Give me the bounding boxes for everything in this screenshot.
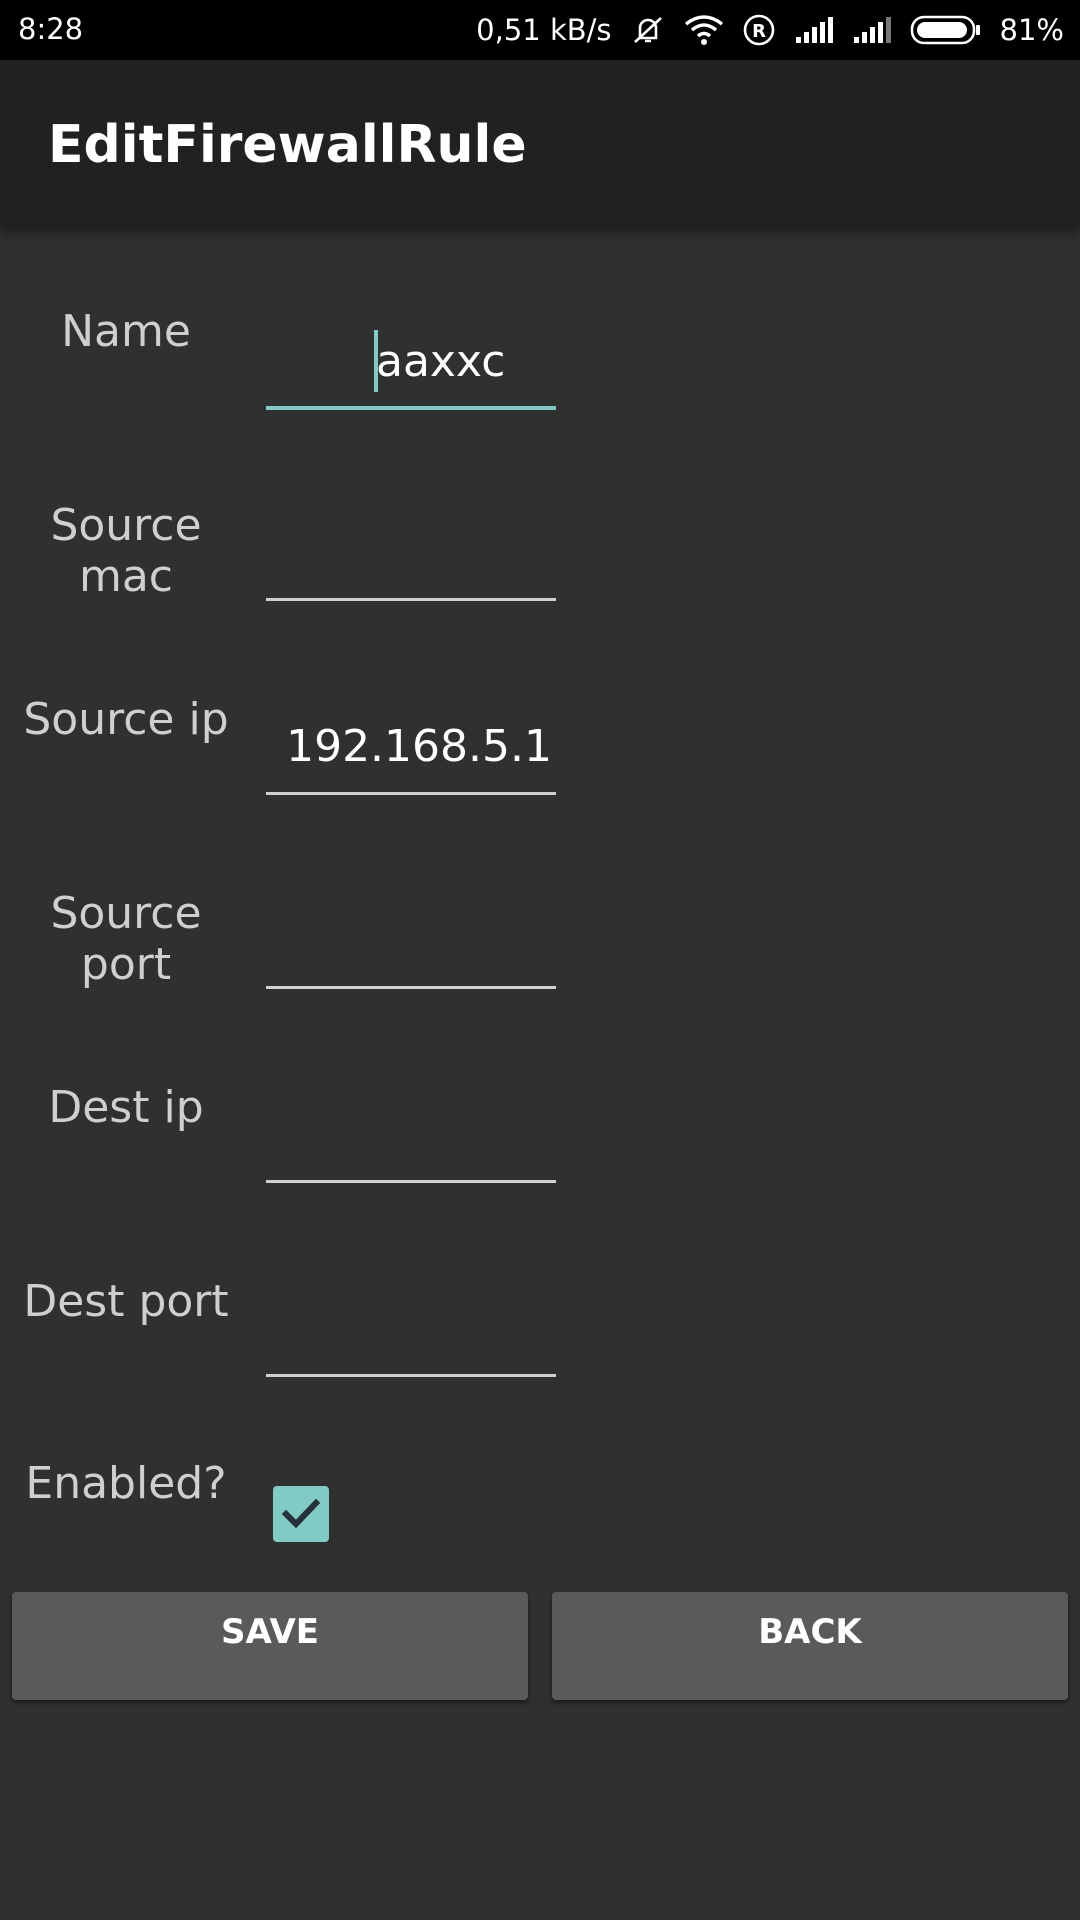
dest-port-field[interactable] (266, 1297, 556, 1377)
page-title: EditFirewallRule (48, 115, 527, 175)
source-port-label: Source port (50, 888, 202, 990)
enabled-checkbox[interactable] (273, 1486, 329, 1542)
source-ip-label: Source ip (23, 694, 229, 745)
dest-ip-underline (266, 1180, 556, 1183)
dest-port-underline (266, 1374, 556, 1377)
status-icons: 0,51 kB/s R 81% (476, 12, 1064, 48)
enabled-label: Enabled? (25, 1458, 227, 1509)
source-mac-underline (266, 598, 556, 601)
name-field[interactable]: aaxxc (266, 330, 556, 410)
dest-port-label: Dest port (23, 1276, 229, 1327)
app-bar: EditFirewallRule (0, 60, 1080, 228)
signal-icon (794, 15, 834, 45)
source-port-field[interactable] (266, 909, 556, 989)
wifi-icon (684, 14, 724, 46)
status-time: 8:28 (18, 12, 84, 46)
source-mac-label: Source mac (50, 500, 202, 602)
checkmark-icon (281, 1498, 321, 1529)
source-ip-underline (266, 792, 556, 795)
source-ip-field[interactable]: 192.168.5.1 (266, 715, 556, 795)
save-button[interactable]: SAVE (12, 1592, 528, 1700)
source-ip-value: 192.168.5.1 (286, 721, 552, 772)
dest-ip-field[interactable] (266, 1103, 556, 1183)
battery-percent: 81% (999, 13, 1064, 47)
network-speed: 0,51 kB/s (476, 13, 612, 47)
source-port-underline (266, 986, 556, 989)
source-mac-field[interactable] (266, 521, 556, 601)
signal-icon (852, 15, 892, 45)
vibrate-off-icon (630, 12, 666, 48)
name-label: Name (61, 306, 191, 357)
dest-ip-label: Dest ip (48, 1082, 204, 1133)
name-underline (266, 406, 556, 410)
back-button[interactable]: BACK (552, 1592, 1068, 1700)
svg-text:R: R (752, 21, 766, 42)
roaming-r-icon: R (742, 13, 776, 47)
status-bar: 8:28 0,51 kB/s R 81% (0, 0, 1080, 60)
name-value: aaxxc (376, 336, 506, 387)
battery-icon (910, 15, 982, 45)
